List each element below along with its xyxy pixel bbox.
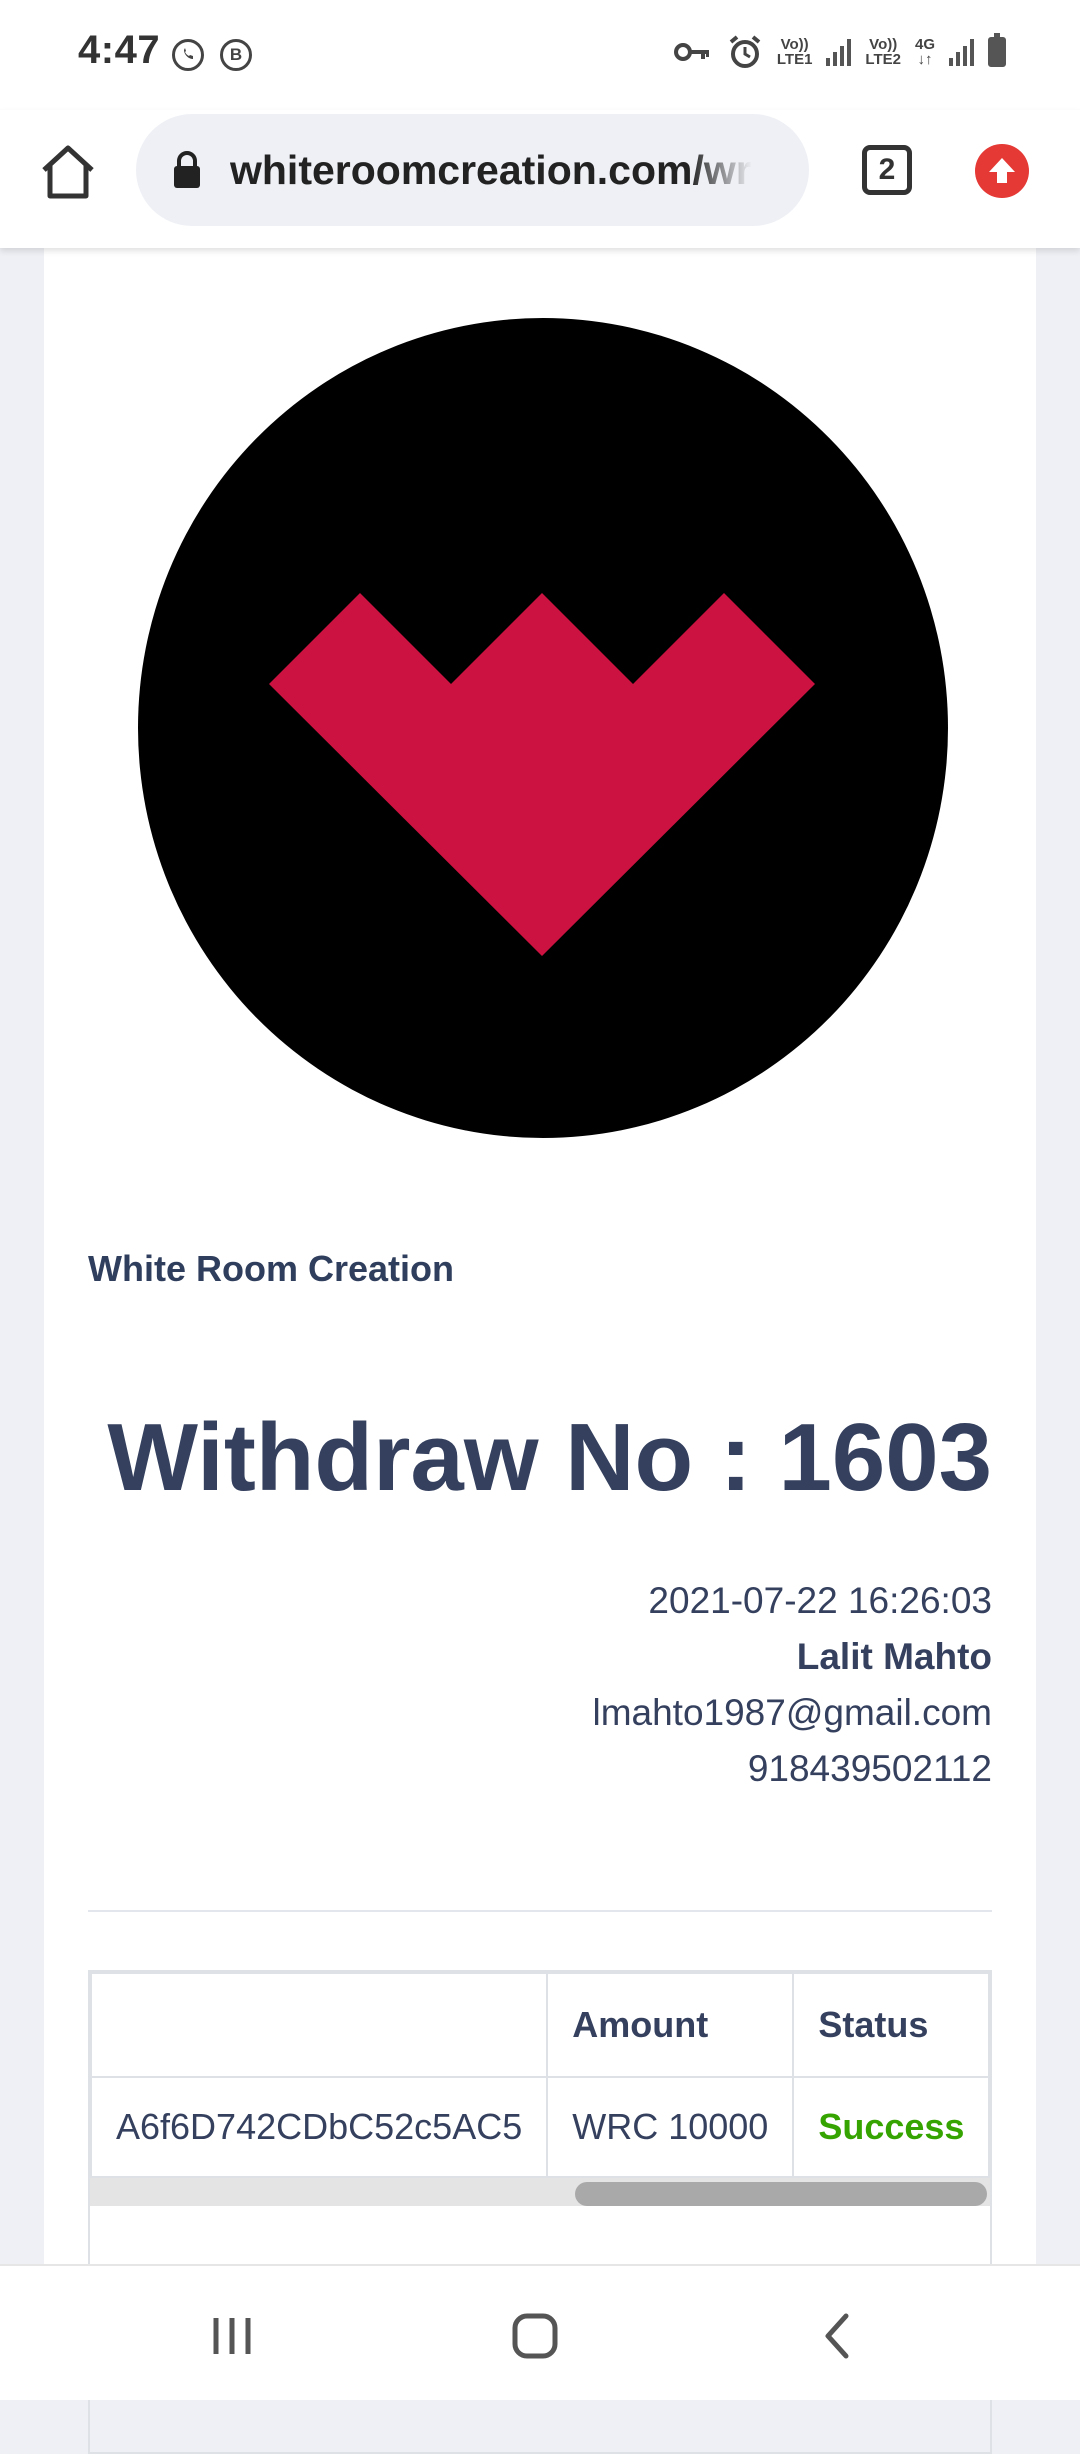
browser-toolbar: whiteroomcreation.com/wr 2: [0, 110, 1080, 248]
wallet-address: A6f6D742CDbC52c5AC5: [116, 2106, 523, 2147]
vpn-key-icon: [673, 43, 709, 61]
whatsapp-icon: [172, 39, 204, 71]
customer-phone: 918439502112: [747, 1748, 992, 1789]
address-bar[interactable]: whiteroomcreation.com/wr: [136, 114, 809, 226]
divider: [88, 1910, 992, 1912]
column-header-address: [90, 1972, 549, 2078]
battery-icon: [988, 33, 1006, 67]
withdraw-datetime: 2021-07-22 16:26:03: [648, 1580, 992, 1621]
column-header-status: Status: [792, 1972, 990, 2078]
withdraw-details: 2021-07-22 16:26:03 Lalit Mahto lmahto19…: [592, 1573, 992, 1797]
sim1-label: Vo)) LTE1: [776, 36, 813, 68]
table-header-row: Amount Status: [90, 1972, 990, 2078]
row-amount: WRC 10000: [546, 2076, 795, 2178]
customer-email: lmahto1987@gmail.com: [592, 1692, 992, 1733]
customer-name: Lalit Mahto: [796, 1636, 992, 1677]
withdraw-page: White Room Creation Withdraw No : 1603 2…: [44, 248, 1036, 2454]
network-type: 4G ↓↑: [914, 36, 935, 68]
column-header-amount: Amount: [546, 1972, 795, 2078]
table-row: A6f6D742CDbC52c5AC5 WRC 10000 Success: [90, 2076, 990, 2178]
withdraw-title: Withdraw No : 1603: [107, 1404, 992, 1511]
back-icon[interactable]: [808, 2306, 868, 2366]
update-arrow-icon[interactable]: [975, 144, 1029, 198]
url-text: whiteroomcreation.com/wr: [230, 146, 752, 193]
row-address: A6f6D742CDbC52c5AC5: [90, 2076, 549, 2178]
home-icon[interactable]: [505, 2306, 565, 2366]
company-logo: [138, 318, 948, 1138]
sim1-signal-icon: [826, 38, 852, 66]
sim2-label: Vo)) LTE2: [865, 36, 901, 68]
business-b-icon: B: [220, 39, 252, 71]
status-badge: Success: [792, 2076, 990, 2178]
lock-icon: [174, 151, 200, 188]
browser-home-icon[interactable]: [36, 140, 100, 204]
recents-icon[interactable]: [202, 2306, 262, 2366]
transaction-table: Amount Status A6f6D742CDbC52c5AC5 WRC 10…: [90, 1972, 990, 2178]
alarm-icon: [729, 35, 761, 68]
horizontal-scrollbar[interactable]: [90, 2178, 990, 2206]
tab-switcher-button[interactable]: 2: [862, 145, 912, 195]
status-time: 4:47: [78, 28, 161, 72]
scrollbar-thumb[interactable]: [575, 2182, 987, 2206]
status-indicators: Vo)) LTE1 Vo)) LTE2 4G ↓↑: [673, 33, 1006, 70]
company-name: White Room Creation: [88, 1248, 454, 1289]
sim2-signal-icon: [949, 38, 974, 66]
status-bar: 4:47 B Vo)) LTE1 Vo)) LTE2 4G ↓↑: [0, 0, 1080, 110]
system-nav-bar: [0, 2264, 1080, 2400]
